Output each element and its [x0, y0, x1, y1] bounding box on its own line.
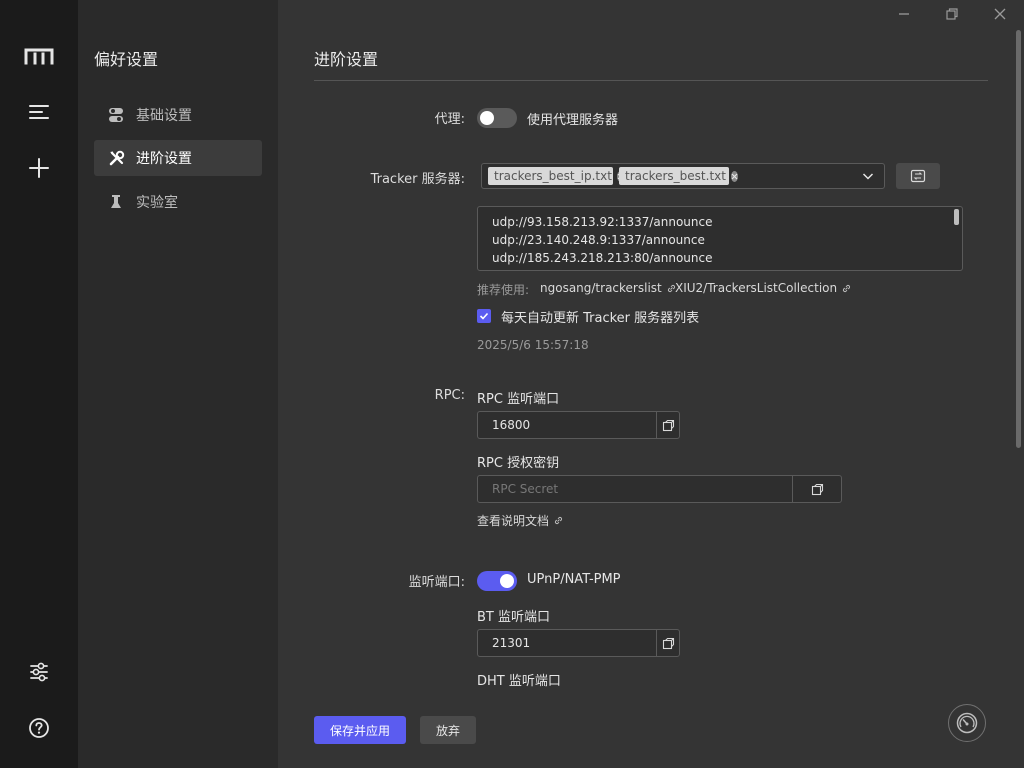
sidebar-title: 偏好设置	[94, 50, 159, 69]
auto-update-text: 每天自动更新 Tracker 服务器列表	[501, 311, 700, 326]
sync-tracker-button[interactable]	[896, 163, 940, 189]
sidebar-item-lab[interactable]: 实验室	[94, 184, 262, 220]
rpc-port-generate-button[interactable]	[656, 412, 679, 438]
app-rail	[0, 0, 78, 768]
page-title: 进阶设置	[314, 50, 379, 69]
task-list-icon[interactable]	[0, 92, 78, 132]
rpc-port-input[interactable]	[478, 412, 656, 438]
tracker-label: Tracker 服务器:	[370, 172, 465, 187]
chevron-down-icon[interactable]	[862, 170, 874, 186]
tracker-line: udp://93.158.213.92:1337/announce	[492, 215, 713, 229]
rpc-doc-link[interactable]: 查看说明文档	[477, 512, 564, 529]
link-xiu2[interactable]: XIU2/TrackersListCollection	[675, 281, 852, 295]
textarea-scrollbar[interactable]	[954, 209, 959, 225]
upnp-toggle-text: UPnP/NAT-PMP	[527, 572, 621, 587]
close-icon[interactable]	[990, 4, 1010, 24]
maximize-icon[interactable]	[942, 4, 962, 24]
link-text: ngosang/trackerslist	[540, 281, 662, 295]
flask-icon	[106, 192, 126, 212]
preferences-sidebar: 偏好设置 基础设置 进阶设置 实验室	[78, 0, 278, 768]
rpc-secret-input[interactable]	[478, 476, 793, 502]
rpc-secret-generate-button[interactable]	[792, 476, 841, 502]
proxy-label: 代理:	[434, 112, 465, 127]
main-scrollbar[interactable]	[1016, 30, 1021, 448]
toggle-knob	[500, 574, 514, 588]
title-divider	[314, 80, 988, 81]
minimize-icon[interactable]	[894, 4, 914, 24]
recommend-label: 推荐使用:	[477, 283, 530, 297]
tracker-tag: trackers_best_ip.txt	[488, 167, 624, 185]
app-logo-icon[interactable]	[0, 36, 78, 76]
toggle-knob	[480, 111, 494, 125]
help-icon[interactable]	[0, 708, 78, 748]
last-update-time: 2025/5/6 15:57:18	[477, 338, 589, 352]
dice-icon	[662, 637, 674, 649]
speedometer-icon	[956, 712, 978, 734]
link-text: 查看说明文档	[477, 514, 550, 528]
dice-icon	[662, 419, 674, 431]
tracker-list-textarea[interactable]: udp://93.158.213.92:1337/announce udp://…	[477, 206, 963, 271]
tracker-line: udp://23.140.248.9:1337/announce	[492, 233, 705, 247]
bt-port-group	[477, 629, 680, 657]
listen-port-label: 监听端口:	[408, 575, 465, 590]
proxy-toggle-text: 使用代理服务器	[527, 113, 619, 128]
sidebar-item-label: 进阶设置	[136, 151, 192, 167]
discard-button[interactable]: 放弃	[420, 716, 476, 744]
bt-port-generate-button[interactable]	[656, 630, 679, 656]
bt-port-label: BT 监听端口	[477, 610, 550, 625]
external-link-icon	[553, 515, 564, 526]
speedometer-button[interactable]	[948, 704, 986, 742]
sidebar-item-label: 实验室	[136, 195, 178, 211]
upnp-toggle[interactable]	[477, 571, 517, 591]
tag-label: trackers_best.txt	[625, 169, 726, 183]
rpc-secret-group	[477, 475, 842, 503]
sidebar-item-basic[interactable]: 基础设置	[94, 97, 262, 133]
external-link-icon	[841, 283, 852, 294]
tag-remove-icon[interactable]	[730, 170, 738, 182]
sidebar-item-advanced[interactable]: 进阶设置	[94, 140, 262, 176]
link-text: XIU2/TrackersListCollection	[675, 281, 838, 295]
rpc-port-label: RPC 监听端口	[477, 392, 560, 407]
sidebar-item-label: 基础设置	[136, 108, 192, 124]
rpc-secret-label: RPC 授权密钥	[477, 456, 560, 471]
link-ngosang[interactable]: ngosang/trackerslist	[540, 281, 677, 295]
tracker-line: udp://185.243.218.213:80/announce	[492, 251, 713, 265]
tag-label: trackers_best_ip.txt	[494, 169, 612, 183]
tracker-source-select[interactable]: trackers_best_ip.txt trackers_best.txt	[481, 163, 885, 189]
toggle-icon	[106, 105, 126, 125]
tools-icon	[106, 148, 126, 168]
preferences-icon[interactable]	[0, 652, 78, 692]
save-apply-button[interactable]: 保存并应用	[314, 716, 406, 744]
proxy-toggle[interactable]	[477, 108, 517, 128]
bt-port-input[interactable]	[478, 630, 656, 656]
add-task-icon[interactable]	[0, 148, 78, 188]
auto-update-checkbox[interactable]	[477, 309, 491, 323]
tracker-tag: trackers_best.txt	[619, 167, 738, 185]
rpc-label: RPC:	[434, 388, 465, 403]
dice-icon	[811, 483, 823, 495]
rpc-port-group	[477, 411, 680, 439]
dht-port-label: DHT 监听端口	[477, 674, 561, 689]
